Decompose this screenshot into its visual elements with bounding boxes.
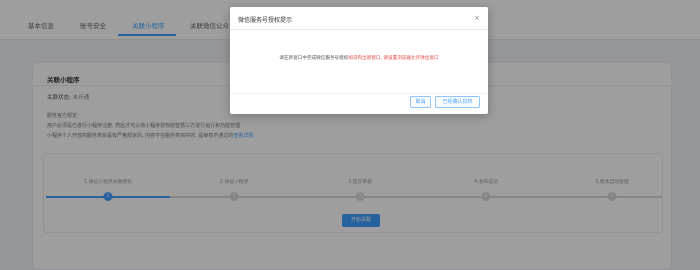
authorization-dialog: 微信服务号授权提示 × 请在新窗口中完成微信服务号授权如没有出新窗口, 请设置浏… <box>230 7 488 114</box>
dialog-footer-divider <box>230 93 488 94</box>
dialog-divider <box>230 29 488 30</box>
dialog-warning-text: 如没有出新窗口, 请设置浏览器允许弹出窗口 <box>348 56 439 61</box>
cancel-button[interactable]: 取消 <box>410 96 431 108</box>
dialog-message: 请在新窗口中完成微信服务号授权如没有出新窗口, 请设置浏览器允许弹出窗口 <box>230 55 488 61</box>
dialog-message-text: 请在新窗口中完成微信服务号授权 <box>279 56 349 61</box>
dialog-title: 微信服务号授权提示 <box>238 17 293 24</box>
close-icon[interactable]: × <box>474 13 480 23</box>
confirm-authorized-button[interactable]: 已经确认授权 <box>435 96 480 108</box>
